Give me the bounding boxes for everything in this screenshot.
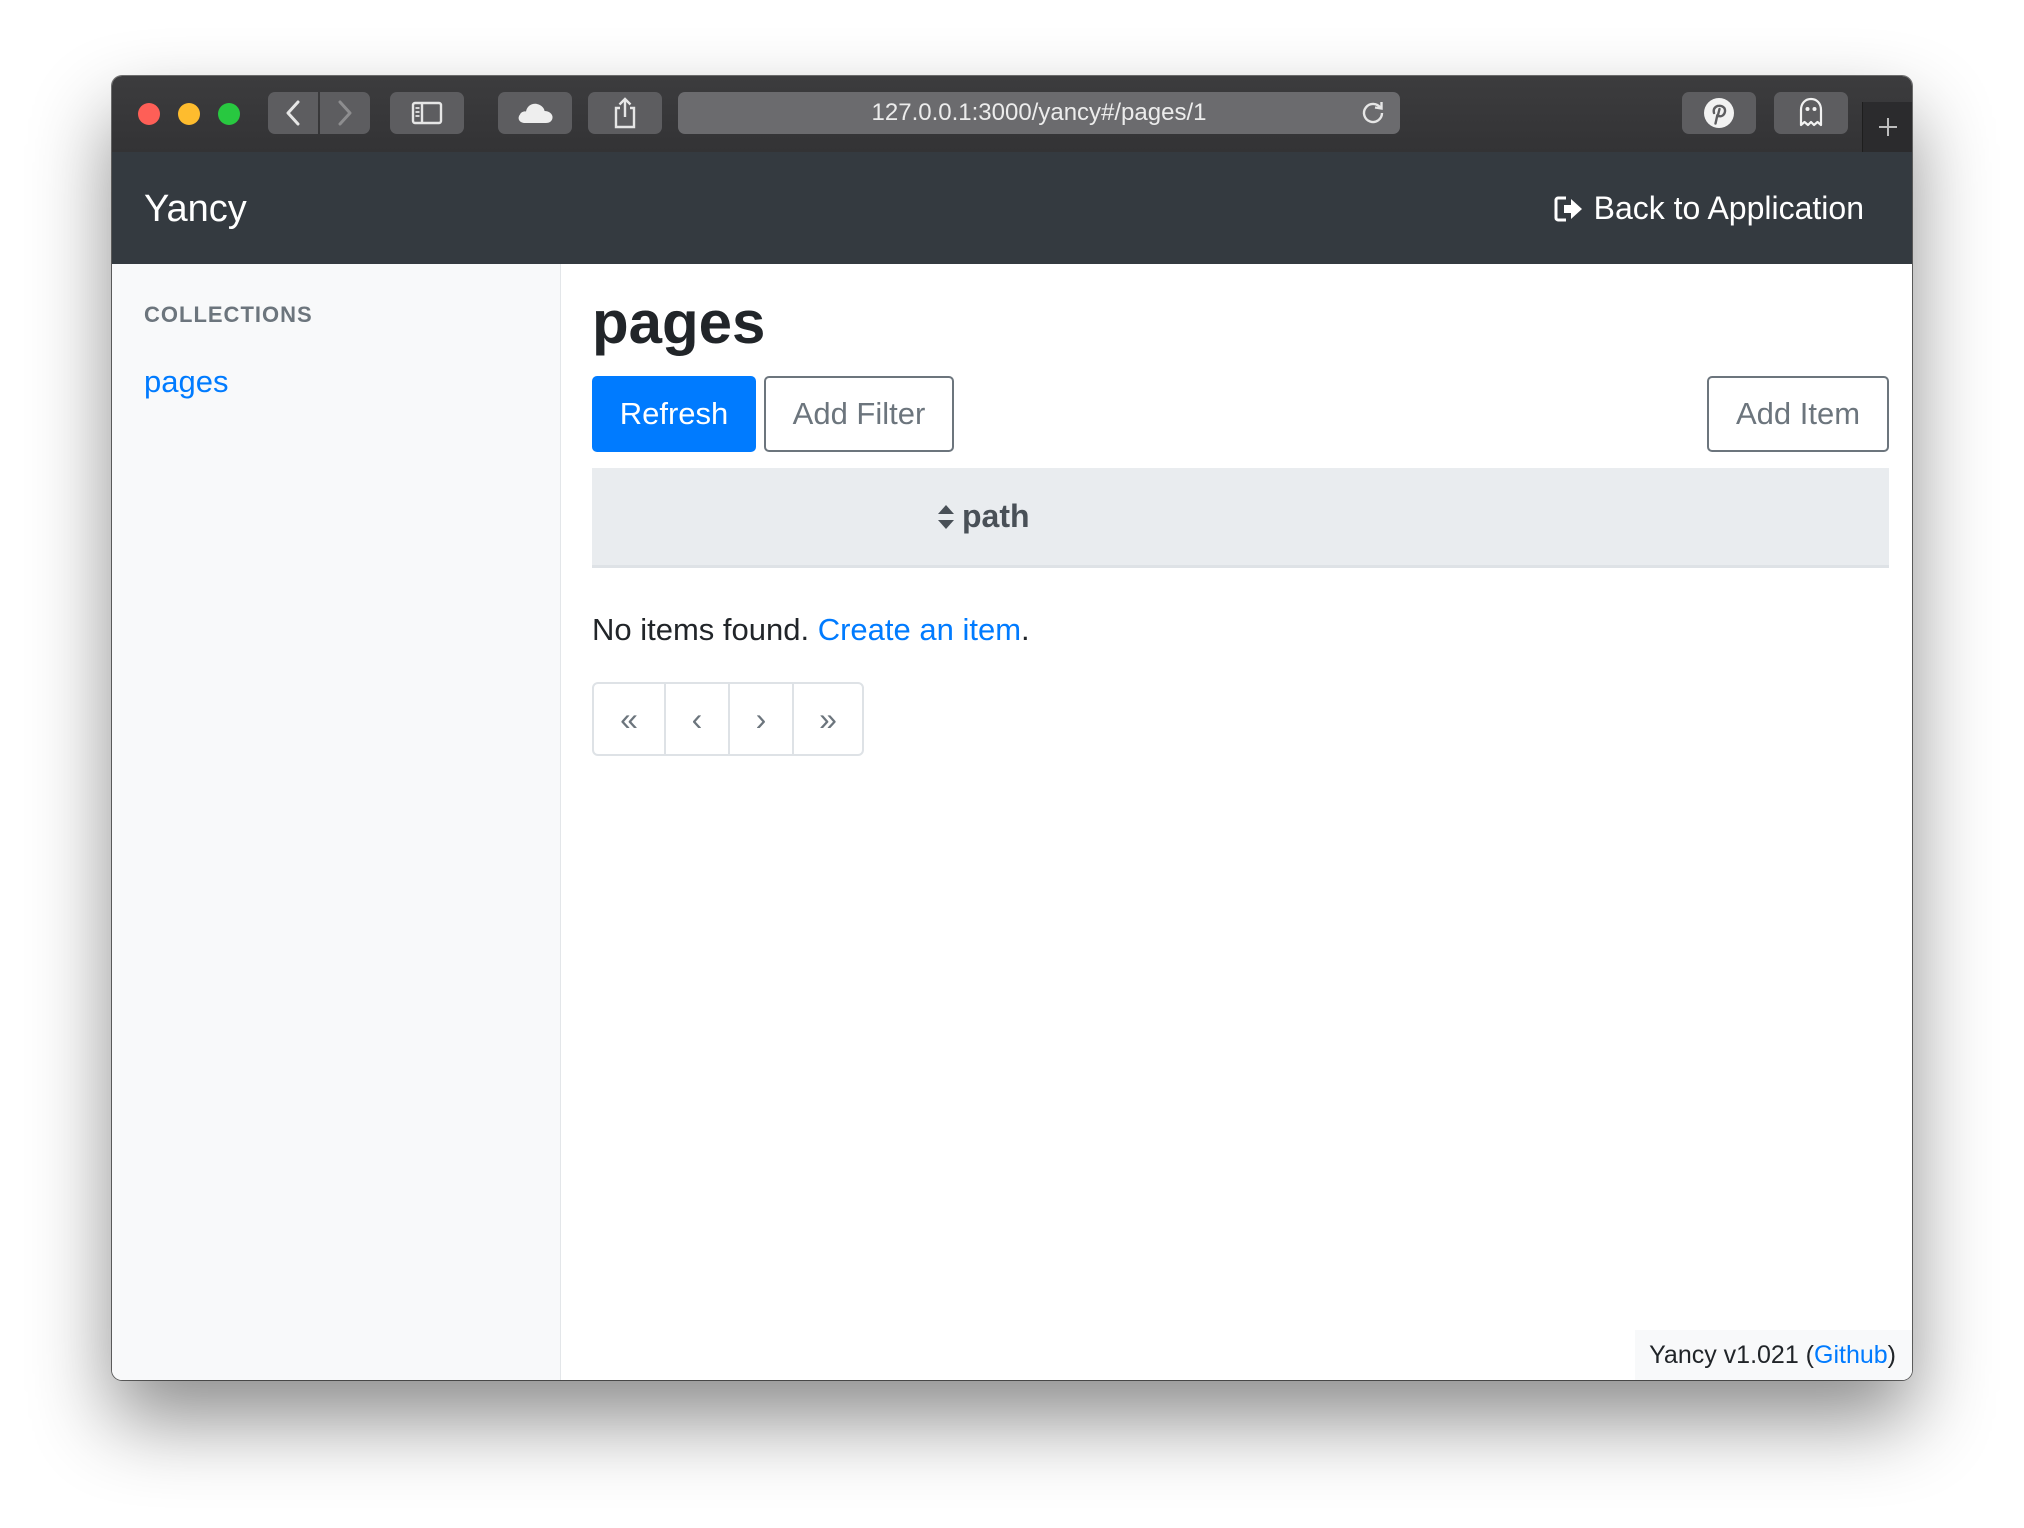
pagination: « ‹ › » xyxy=(592,682,864,756)
empty-message: No items found. Create an item. xyxy=(592,612,1030,648)
version-footer: Yancy v1.021 (Github) xyxy=(1635,1330,1912,1380)
first-page-button[interactable]: « xyxy=(594,684,666,754)
back-to-application-link[interactable]: Back to Application xyxy=(1554,190,1864,227)
sidebar-item-pages[interactable]: pages xyxy=(144,364,228,400)
add-item-button[interactable]: Add Item xyxy=(1707,376,1889,452)
share-button[interactable] xyxy=(588,92,662,134)
collections-sidebar: COLLECTIONS pages xyxy=(112,264,561,1380)
new-tab-button[interactable] xyxy=(1862,102,1912,152)
add-filter-button[interactable]: Add Filter xyxy=(764,376,954,452)
back-to-application-label: Back to Application xyxy=(1593,190,1864,226)
back-button[interactable] xyxy=(268,92,318,134)
cloud-icon xyxy=(518,103,553,123)
version-text: Yancy v1.021 ( xyxy=(1649,1340,1814,1369)
column-header-path[interactable]: path xyxy=(936,498,1030,535)
sort-icon xyxy=(938,504,954,529)
main-content: pages Refresh Add Filter Add Item path N… xyxy=(561,264,1912,1380)
chevron-right-icon xyxy=(338,100,352,126)
version-suffix: ) xyxy=(1887,1340,1896,1369)
github-link[interactable]: Github xyxy=(1814,1341,1888,1370)
brand-logo[interactable]: Yancy xyxy=(144,188,247,231)
address-url: 127.0.0.1:3000/yancy#/pages/1 xyxy=(871,99,1207,126)
address-bar[interactable]: 127.0.0.1:3000/yancy#/pages/1 xyxy=(678,92,1400,134)
browser-toolbar: 127.0.0.1:3000/yancy#/pages/1 xyxy=(112,76,1912,153)
next-page-button[interactable]: › xyxy=(730,684,794,754)
app-navbar: Yancy Back to Application xyxy=(112,152,1912,264)
last-page-button[interactable]: » xyxy=(794,684,862,754)
close-window-button[interactable] xyxy=(138,103,160,125)
column-header-label: path xyxy=(962,498,1030,534)
browser-window: 127.0.0.1:3000/yancy#/pages/1 Yancy Back… xyxy=(112,76,1912,1380)
forward-button[interactable] xyxy=(320,92,370,134)
empty-message-suffix: . xyxy=(1021,612,1030,647)
chevron-left-icon xyxy=(286,100,300,126)
ghost-icon xyxy=(1799,97,1823,127)
show-sidebar-button[interactable] xyxy=(390,92,464,134)
sign-out-icon xyxy=(1554,196,1582,221)
plus-icon xyxy=(1879,118,1897,136)
sidebar-icon xyxy=(411,101,443,125)
ghostery-extension-button[interactable] xyxy=(1774,92,1848,134)
refresh-button[interactable]: Refresh xyxy=(592,376,756,452)
pinterest-icon xyxy=(1704,98,1734,128)
empty-message-text: No items found. xyxy=(592,612,818,647)
create-item-link[interactable]: Create an item xyxy=(818,612,1021,647)
share-icon xyxy=(614,97,636,129)
minimize-window-button[interactable] xyxy=(178,103,200,125)
page-title: pages xyxy=(592,289,766,356)
table-header: path xyxy=(592,468,1889,568)
icloud-tabs-button[interactable] xyxy=(498,92,572,134)
zoom-window-button[interactable] xyxy=(218,103,240,125)
previous-page-button[interactable]: ‹ xyxy=(666,684,730,754)
reload-icon[interactable] xyxy=(1360,100,1386,126)
sidebar-heading: COLLECTIONS xyxy=(144,302,313,327)
pinterest-extension-button[interactable] xyxy=(1682,92,1756,134)
